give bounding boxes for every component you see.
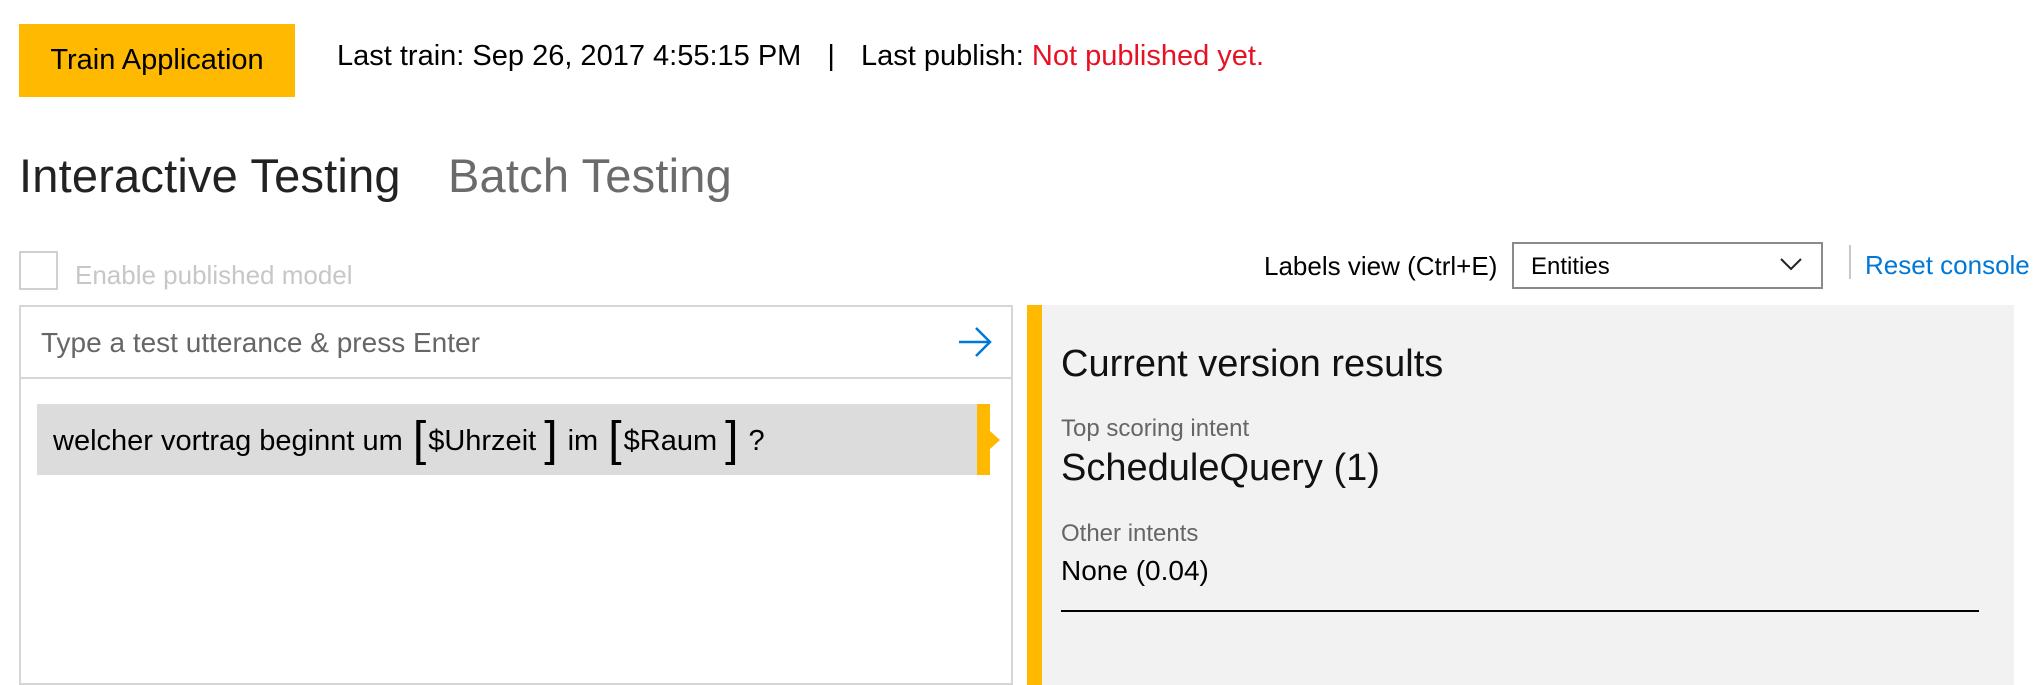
tab-interactive-testing[interactable]: Interactive Testing bbox=[19, 148, 401, 203]
utterance-part: ? bbox=[748, 425, 765, 457]
utterance-part: welcher vortrag beginnt um bbox=[53, 425, 403, 457]
entity-bracket-open: [ bbox=[412, 413, 427, 466]
results-panel: Current version results Top scoring inte… bbox=[1027, 305, 2014, 685]
status-separator: | bbox=[827, 40, 835, 72]
last-train-value: Sep 26, 2017 4:55:15 PM bbox=[472, 40, 802, 72]
last-train-label: Last train: bbox=[337, 40, 465, 72]
top-intent-label: Top scoring intent bbox=[1061, 415, 1250, 442]
other-intents-value: None (0.04) bbox=[1061, 555, 1209, 586]
test-utterance-item[interactable]: welcher vortrag beginnt um [$Uhrzeit] im… bbox=[37, 404, 1000, 475]
entity-bracket-open: [ bbox=[608, 413, 622, 466]
labels-view-dropdown[interactable]: Entities bbox=[1512, 242, 1823, 289]
results-title: Current version results bbox=[1061, 343, 1444, 385]
entity-label[interactable]: $Uhrzeit bbox=[428, 425, 542, 457]
last-publish-value: Not published yet. bbox=[1031, 40, 1265, 72]
enable-published-model-label: Enable published model bbox=[75, 260, 353, 290]
tab-batch-testing[interactable]: Batch Testing bbox=[448, 148, 732, 203]
train-application-button[interactable]: Train Application bbox=[19, 24, 295, 97]
enable-published-model-checkbox[interactable] bbox=[19, 251, 58, 290]
divider bbox=[1849, 245, 1851, 279]
selected-marker bbox=[977, 404, 1000, 475]
utterance-text: welcher vortrag beginnt um [$Uhrzeit] im… bbox=[53, 404, 765, 475]
other-intents-label: Other intents bbox=[1061, 520, 1199, 547]
chevron-down-icon bbox=[1780, 258, 1802, 271]
utterance-part: im bbox=[567, 425, 599, 457]
top-intent-value: ScheduleQuery (1) bbox=[1061, 447, 1380, 489]
entity-label[interactable]: $Raum bbox=[624, 425, 724, 457]
labels-view-selected: Entities bbox=[1531, 253, 1610, 280]
entity-bracket-close: ] bbox=[544, 413, 558, 466]
results-accent-bar bbox=[1027, 305, 1042, 685]
results-divider bbox=[1061, 610, 1979, 612]
arrow-right-icon[interactable] bbox=[957, 325, 993, 359]
reset-console-link[interactable]: Reset console bbox=[1865, 250, 2030, 281]
entity-bracket-close: ] bbox=[725, 413, 739, 466]
utterance-input-row bbox=[21, 307, 1011, 379]
last-publish-label: Last publish: bbox=[861, 40, 1024, 72]
train-status: Last train: Sep 26, 2017 4:55:15 PM | La… bbox=[337, 40, 1264, 73]
utterance-input[interactable] bbox=[39, 307, 943, 379]
test-panel: welcher vortrag beginnt um [$Uhrzeit] im… bbox=[19, 305, 1013, 685]
labels-view-label: Labels view (Ctrl+E) bbox=[1264, 251, 1498, 281]
